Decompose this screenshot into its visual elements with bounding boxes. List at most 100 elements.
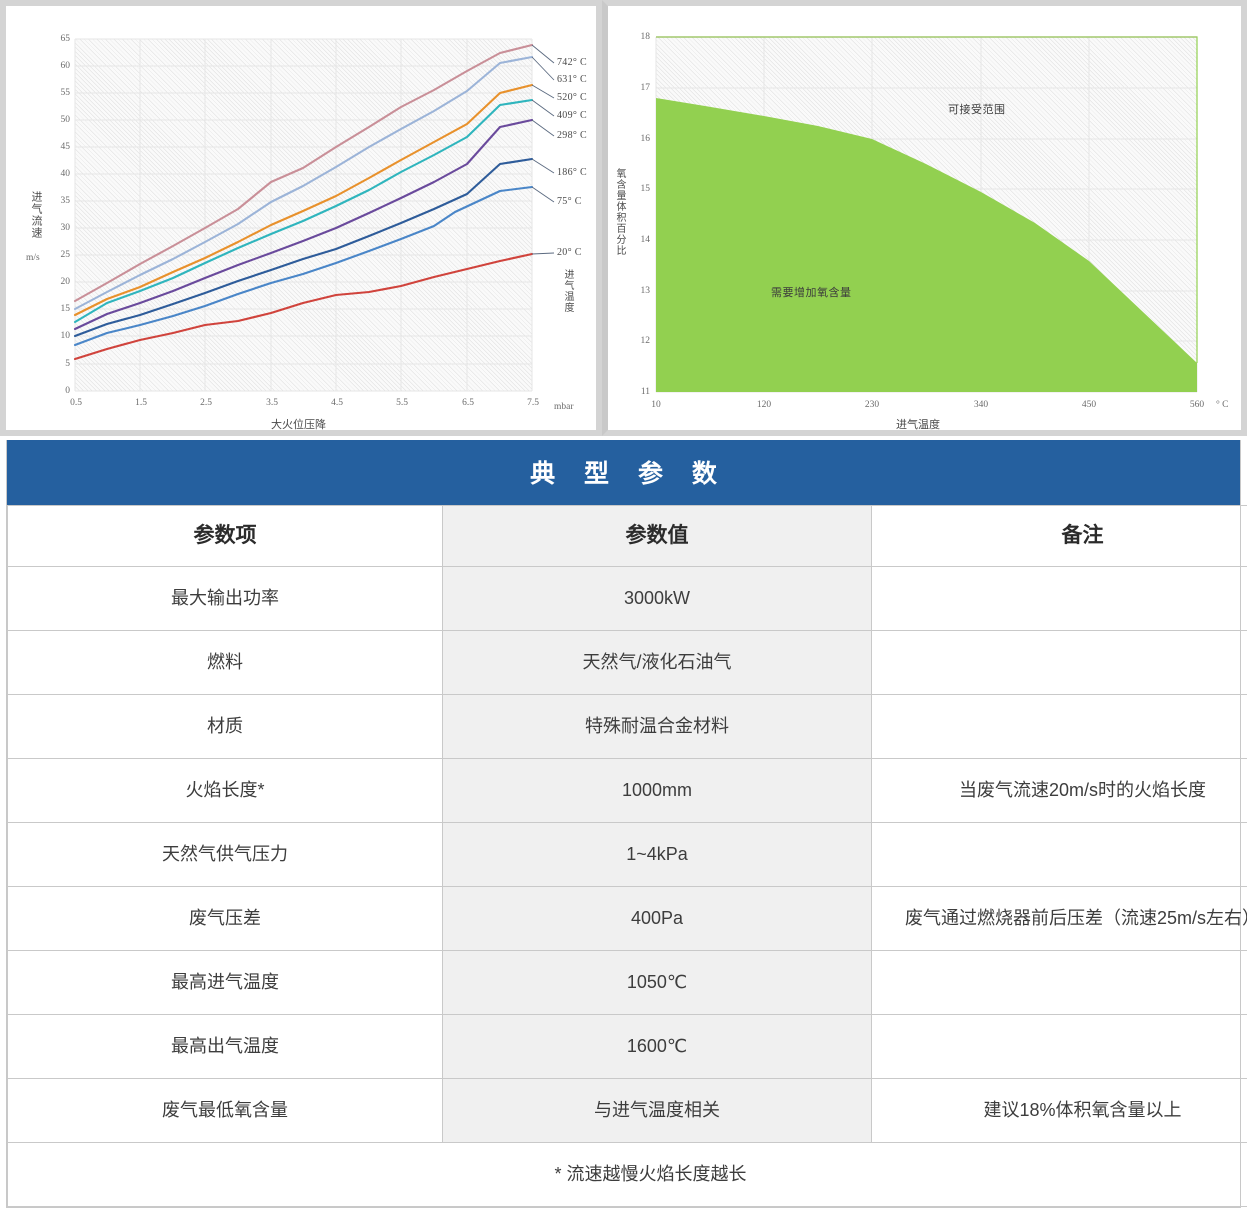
- left-ytick-5: 5: [65, 359, 70, 369]
- table-row: 材质 特殊耐温合金材料: [7, 694, 1247, 759]
- series-label-742: 742° C: [557, 57, 587, 68]
- left-x-unit: mbar: [554, 402, 574, 412]
- left-chart-svg: [73, 38, 555, 392]
- left-ytick-45: 45: [60, 142, 71, 152]
- table-row: 废气最低氧含量 与进气温度相关 建议18%体积氧含量以上: [7, 1078, 1247, 1143]
- series-label-75: 75° C: [557, 196, 582, 207]
- right-ytick-17: 17: [640, 83, 651, 93]
- series-label-20: 20° C: [557, 247, 582, 258]
- cell-value: 1~4kPa: [442, 822, 872, 887]
- left-xtick-5: 5.5: [396, 398, 408, 408]
- left-series-lines: [73, 43, 534, 361]
- table-footnote-row: * 流速越慢火焰长度越长: [7, 1142, 1247, 1207]
- cell-value: 特殊耐温合金材料: [442, 694, 872, 759]
- series-label-631: 631° C: [557, 74, 587, 85]
- cell-item: 最高进气温度: [7, 950, 443, 1015]
- table-footnote: * 流速越慢火焰长度越长: [7, 1142, 1247, 1207]
- left-xtick-4: 4.5: [331, 398, 343, 408]
- cell-note: [871, 694, 1247, 759]
- column-header-item: 参数项: [7, 505, 443, 567]
- right-chart-svg: [655, 36, 1198, 393]
- left-xtick-0: 0.5: [70, 398, 82, 408]
- left-xtick-1: 1.5: [135, 398, 147, 408]
- left-ytick-55: 55: [60, 88, 71, 98]
- left-ytick-20: 20: [60, 277, 71, 287]
- column-header-value: 参数值: [442, 505, 872, 567]
- right-ytick-14: 14: [640, 235, 651, 245]
- chart-panel-oxygen: 11 12 13 14 15 16 17 18 10 120 230 340 4…: [602, 0, 1247, 436]
- left-ytick-35: 35: [60, 196, 71, 206]
- left-xtick-2: 2.5: [200, 398, 212, 408]
- cell-item: 最大输出功率: [7, 566, 443, 631]
- table-row: 最大输出功率 3000kW: [7, 566, 1247, 631]
- right-xtick-230: 230: [864, 400, 880, 410]
- cell-item: 废气压差: [7, 886, 443, 951]
- cell-note: 废气通过燃烧器前后压差（流速25m/s左右）: [871, 886, 1247, 951]
- cell-value: 天然气/液化石油气: [442, 630, 872, 695]
- left-ytick-10: 10: [60, 331, 71, 341]
- cell-value: 1050℃: [442, 950, 872, 1015]
- cell-note: [871, 630, 1247, 695]
- right-x-unit: ° C: [1216, 400, 1229, 410]
- series-line-20: [73, 252, 534, 361]
- cell-note: [871, 822, 1247, 887]
- right-xtick-560: 560: [1189, 400, 1205, 410]
- left-ytick-30: 30: [60, 223, 71, 233]
- right-ytick-15: 15: [640, 184, 651, 194]
- cell-note: [871, 1014, 1247, 1079]
- table-header-row: 参数项 参数值 备注: [7, 505, 1247, 567]
- charts-strip: 0 5 10 15 20 25 30 35 40 45 50 55 60 65 …: [0, 0, 1247, 436]
- right-y-axis-title: 氧含量体积百分比: [614, 168, 625, 256]
- cell-note: 建议18%体积氧含量以上: [871, 1078, 1247, 1143]
- right-ytick-16: 16: [640, 134, 651, 144]
- left-ytick-25: 25: [60, 250, 71, 260]
- table-title: 典 型 参 数: [7, 440, 1240, 505]
- cell-value: 1000mm: [442, 758, 872, 823]
- left-xtick-3: 3.5: [266, 398, 278, 408]
- table-row: 天然气供气压力 1~4kPa: [7, 822, 1247, 887]
- cell-note: [871, 566, 1247, 631]
- table-row: 火焰长度* 1000mm 当废气流速20m/s时的火焰长度: [7, 758, 1247, 823]
- right-ytick-11: 11: [640, 387, 650, 397]
- table-row: 燃料 天然气/液化石油气: [7, 630, 1247, 695]
- right-xtick-340: 340: [973, 400, 989, 410]
- left-ytick-60: 60: [60, 61, 71, 71]
- parameters-table: 参数项 参数值 备注 最大输出功率 3000kW 燃料 天然气/液化石油气 材质…: [7, 505, 1247, 1207]
- cell-note: 当废气流速20m/s时的火焰长度: [871, 758, 1247, 823]
- left-ytick-0: 0: [65, 386, 70, 396]
- region-label-needs-oxygen: 需要增加氧含量: [771, 287, 852, 299]
- left-ytick-40: 40: [60, 169, 71, 179]
- cell-item: 天然气供气压力: [7, 822, 443, 887]
- right-ytick-12: 12: [640, 336, 651, 346]
- series-label-186: 186° C: [557, 167, 587, 178]
- left-xtick-7: 7.5: [527, 398, 539, 408]
- left-y-unit: m/s: [26, 253, 40, 263]
- cell-item: 火焰长度*: [7, 758, 443, 823]
- right-xtick-10: 10: [651, 400, 661, 410]
- column-header-note: 备注: [871, 505, 1247, 567]
- cell-value: 与进气温度相关: [442, 1078, 872, 1143]
- table-row: 废气压差 400Pa 废气通过燃烧器前后压差（流速25m/s左右）: [7, 886, 1247, 951]
- right-x-axis-title: 进气温度: [896, 419, 940, 431]
- left-legend-group-title: 进气温度: [562, 269, 573, 313]
- series-line-298: [73, 118, 534, 331]
- left-y-axis-title: 进气流速: [30, 191, 42, 239]
- series-label-298: 298° C: [557, 130, 587, 141]
- right-ytick-18: 18: [640, 32, 651, 42]
- series-label-409: 409° C: [557, 110, 587, 121]
- cell-value: 3000kW: [442, 566, 872, 631]
- series-label-520: 520° C: [557, 92, 587, 103]
- series-line-631: [73, 55, 534, 311]
- chart-panel-velocity: 0 5 10 15 20 25 30 35 40 45 50 55 60 65 …: [0, 0, 602, 436]
- left-xtick-6: 6.5: [462, 398, 474, 408]
- left-x-axis-title: 大火位压降: [271, 419, 326, 431]
- cell-note: [871, 950, 1247, 1015]
- cell-value: 400Pa: [442, 886, 872, 951]
- cell-value: 1600℃: [442, 1014, 872, 1079]
- cell-item: 废气最低氧含量: [7, 1078, 443, 1143]
- region-label-acceptable: 可接受范围: [948, 104, 1006, 116]
- cell-item: 最高出气温度: [7, 1014, 443, 1079]
- left-ytick-65: 65: [60, 34, 71, 44]
- right-xtick-450: 450: [1081, 400, 1097, 410]
- oxygen-required-area: [656, 98, 1197, 392]
